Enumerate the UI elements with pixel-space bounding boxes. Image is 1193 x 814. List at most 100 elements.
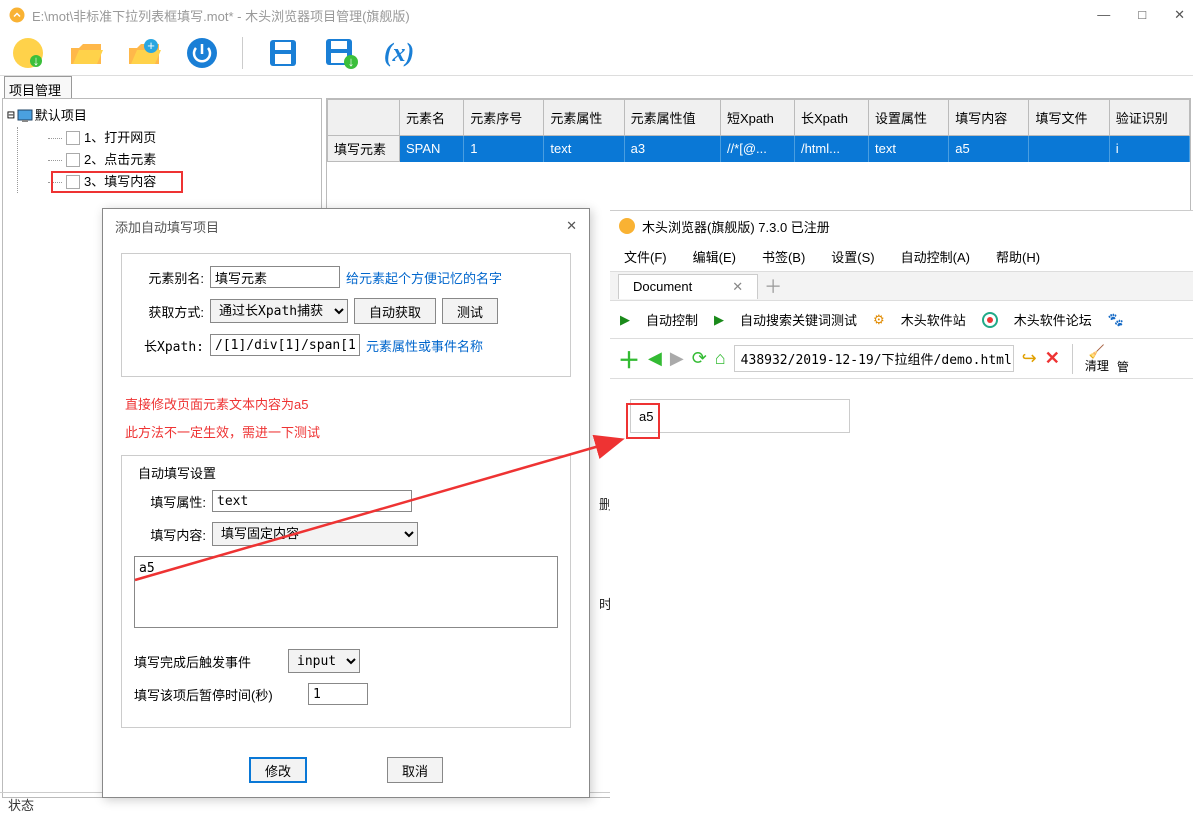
add-folder-icon[interactable]: + <box>126 35 162 71</box>
tab-close-icon[interactable]: ✕ <box>732 279 743 295</box>
tool-auto-control[interactable]: 自动控制 <box>646 310 698 329</box>
forward-icon[interactable]: ▶ <box>670 348 684 369</box>
globe-icon[interactable] <box>982 312 998 328</box>
new-file-icon[interactable]: ↓ <box>10 35 46 71</box>
grid-header[interactable]: 填写内容 <box>949 100 1029 136</box>
fill-content-label: 填写内容: <box>134 525 206 544</box>
menu-edit[interactable]: 编辑(E) <box>693 247 736 266</box>
add-icon[interactable]: ＋ <box>618 343 640 375</box>
clear-label[interactable]: 清理 <box>1085 359 1109 373</box>
alias-label: 元素别名: <box>132 268 204 287</box>
main-toolbar: ↓ + ↓ (x) <box>0 30 1193 76</box>
grid-header[interactable]: 设置属性 <box>869 100 949 136</box>
url-input[interactable]: 438932/2019-12-19/下拉组件/demo.html <box>734 345 1014 372</box>
maximize-button[interactable]: □ <box>1138 7 1146 23</box>
grid-header[interactable]: 长Xpath <box>794 100 868 136</box>
tree-item[interactable]: 2、点击元素 <box>48 149 317 171</box>
menu-bookmark[interactable]: 书签(B) <box>762 247 805 266</box>
document-icon <box>66 153 80 167</box>
grid-cell[interactable]: text <box>869 136 949 162</box>
broom-icon[interactable]: 🧹 <box>1085 345 1109 359</box>
svg-text:↓: ↓ <box>33 53 40 68</box>
power-icon[interactable] <box>184 35 220 71</box>
auto-get-button[interactable]: 自动获取 <box>354 298 436 324</box>
home-icon[interactable]: ⌂ <box>715 348 726 369</box>
grid-cell[interactable]: 填写元素 <box>328 136 400 162</box>
grid-cell[interactable]: /html... <box>794 136 868 162</box>
fill-content-select[interactable]: 填写固定内容 <box>212 522 418 546</box>
window-title: E:\mot\非标准下拉列表框填写.mot* - 木头浏览器项目管理(旗舰版) <box>32 6 1097 25</box>
grid-header[interactable]: 填写文件 <box>1029 100 1109 136</box>
grid-header[interactable] <box>328 100 400 136</box>
mode-select[interactable]: 通过长Xpath捕获 <box>210 299 348 323</box>
variable-icon[interactable]: (x) <box>381 35 417 71</box>
browser-page: a5 <box>610 379 1193 453</box>
browser-toolbar: ▶ 自动控制 ▶ 自动搜索关键词测试 ⚙ 木头软件站 木头软件论坛 🐾 <box>610 301 1193 339</box>
manage-label[interactable]: 管 <box>1117 358 1129 375</box>
test-button[interactable]: 测试 <box>442 298 498 324</box>
grid-cell[interactable]: text <box>544 136 624 162</box>
add-tab-button[interactable]: ＋ <box>764 273 782 299</box>
fill-attr-input[interactable] <box>212 490 412 512</box>
minimize-button[interactable]: — <box>1097 7 1110 23</box>
gear-icon[interactable]: ⚙ <box>873 312 885 328</box>
menu-help[interactable]: 帮助(H) <box>996 247 1040 266</box>
open-folder-icon[interactable] <box>68 35 104 71</box>
grid-cell[interactable]: a3 <box>624 136 720 162</box>
xpath-input[interactable] <box>210 334 360 356</box>
xpath-label: 长Xpath: <box>132 336 204 355</box>
tool-site[interactable]: 木头软件站 <box>901 310 966 329</box>
browser-tabs: Document ✕ ＋ <box>610 271 1193 301</box>
close-button[interactable]: ✕ <box>1174 7 1185 23</box>
menu-settings[interactable]: 设置(S) <box>831 247 874 266</box>
tree-root[interactable]: ⊟ 默认项目 <box>7 105 317 127</box>
window-titlebar: E:\mot\非标准下拉列表框填写.mot* - 木头浏览器项目管理(旗舰版) … <box>0 0 1193 30</box>
grid-header[interactable]: 元素序号 <box>464 100 544 136</box>
browser-tab[interactable]: Document ✕ <box>618 274 758 299</box>
menu-file[interactable]: 文件(F) <box>624 247 667 266</box>
grid-cell[interactable]: a5 <box>949 136 1029 162</box>
cancel-button[interactable]: 取消 <box>387 757 443 783</box>
annotation-note: 直接修改页面元素文本内容为a5 此方法不一定生效，需进一下测试 <box>125 391 571 447</box>
grid-header[interactable]: 元素属性 <box>544 100 624 136</box>
tree-root-label: 默认项目 <box>35 105 87 127</box>
grid-row[interactable]: 填写元素 SPAN 1 text a3 //*[@... /html... te… <box>328 136 1190 162</box>
ok-button[interactable]: 修改 <box>249 757 307 783</box>
grid-cell[interactable] <box>1029 136 1109 162</box>
alias-input[interactable] <box>210 266 340 288</box>
grid-cell[interactable]: //*[@... <box>720 136 794 162</box>
tree-item[interactable]: 1、打开网页 <box>48 127 317 149</box>
play-icon[interactable]: ▶ <box>714 312 724 328</box>
grid-cell[interactable]: 1 <box>464 136 544 162</box>
highlight-box <box>51 171 183 193</box>
save-icon[interactable] <box>265 35 301 71</box>
trigger-select[interactable]: input <box>288 649 360 673</box>
back-icon[interactable]: ◀ <box>648 348 662 369</box>
tree-item-label: 2、点击元素 <box>84 149 156 171</box>
save-as-icon[interactable]: ↓ <box>323 35 359 71</box>
grid-header-row: 元素名 元素序号 元素属性 元素属性值 短Xpath 长Xpath 设置属性 填… <box>328 100 1190 136</box>
grid-cell[interactable]: SPAN <box>400 136 464 162</box>
add-fill-dialog: 添加自动填写项目 ✕ 元素别名: 给元素起个方便记忆的名字 获取方式: 通过长X… <box>102 208 590 798</box>
refresh-icon[interactable]: ⟳ <box>692 348 707 369</box>
paw-icon[interactable]: 🐾 <box>1108 312 1124 328</box>
grid-cell[interactable]: i <box>1109 136 1189 162</box>
highlight-box <box>626 403 660 439</box>
menu-auto[interactable]: 自动控制(A) <box>901 247 970 266</box>
grid-header[interactable]: 短Xpath <box>720 100 794 136</box>
stop-icon[interactable]: ✕ <box>1045 348 1060 369</box>
grid-header[interactable]: 验证识别 <box>1109 100 1189 136</box>
computer-icon <box>17 109 33 123</box>
fill-content-textarea[interactable] <box>134 556 558 628</box>
go-icon[interactable]: ↪ <box>1022 348 1037 369</box>
grid-header[interactable]: 元素名 <box>400 100 464 136</box>
dialog-close-button[interactable]: ✕ <box>566 218 577 234</box>
tool-forum[interactable]: 木头软件论坛 <box>1014 310 1092 329</box>
pause-input[interactable] <box>308 683 368 705</box>
tool-auto-search[interactable]: 自动搜索关键词测试 <box>740 310 857 329</box>
combo-box[interactable]: a5 <box>630 399 850 433</box>
trigger-label: 填写完成后触发事件 <box>134 652 282 671</box>
grid-header[interactable]: 元素属性值 <box>624 100 720 136</box>
play-icon[interactable]: ▶ <box>620 312 630 328</box>
mode-label: 获取方式: <box>132 302 204 321</box>
